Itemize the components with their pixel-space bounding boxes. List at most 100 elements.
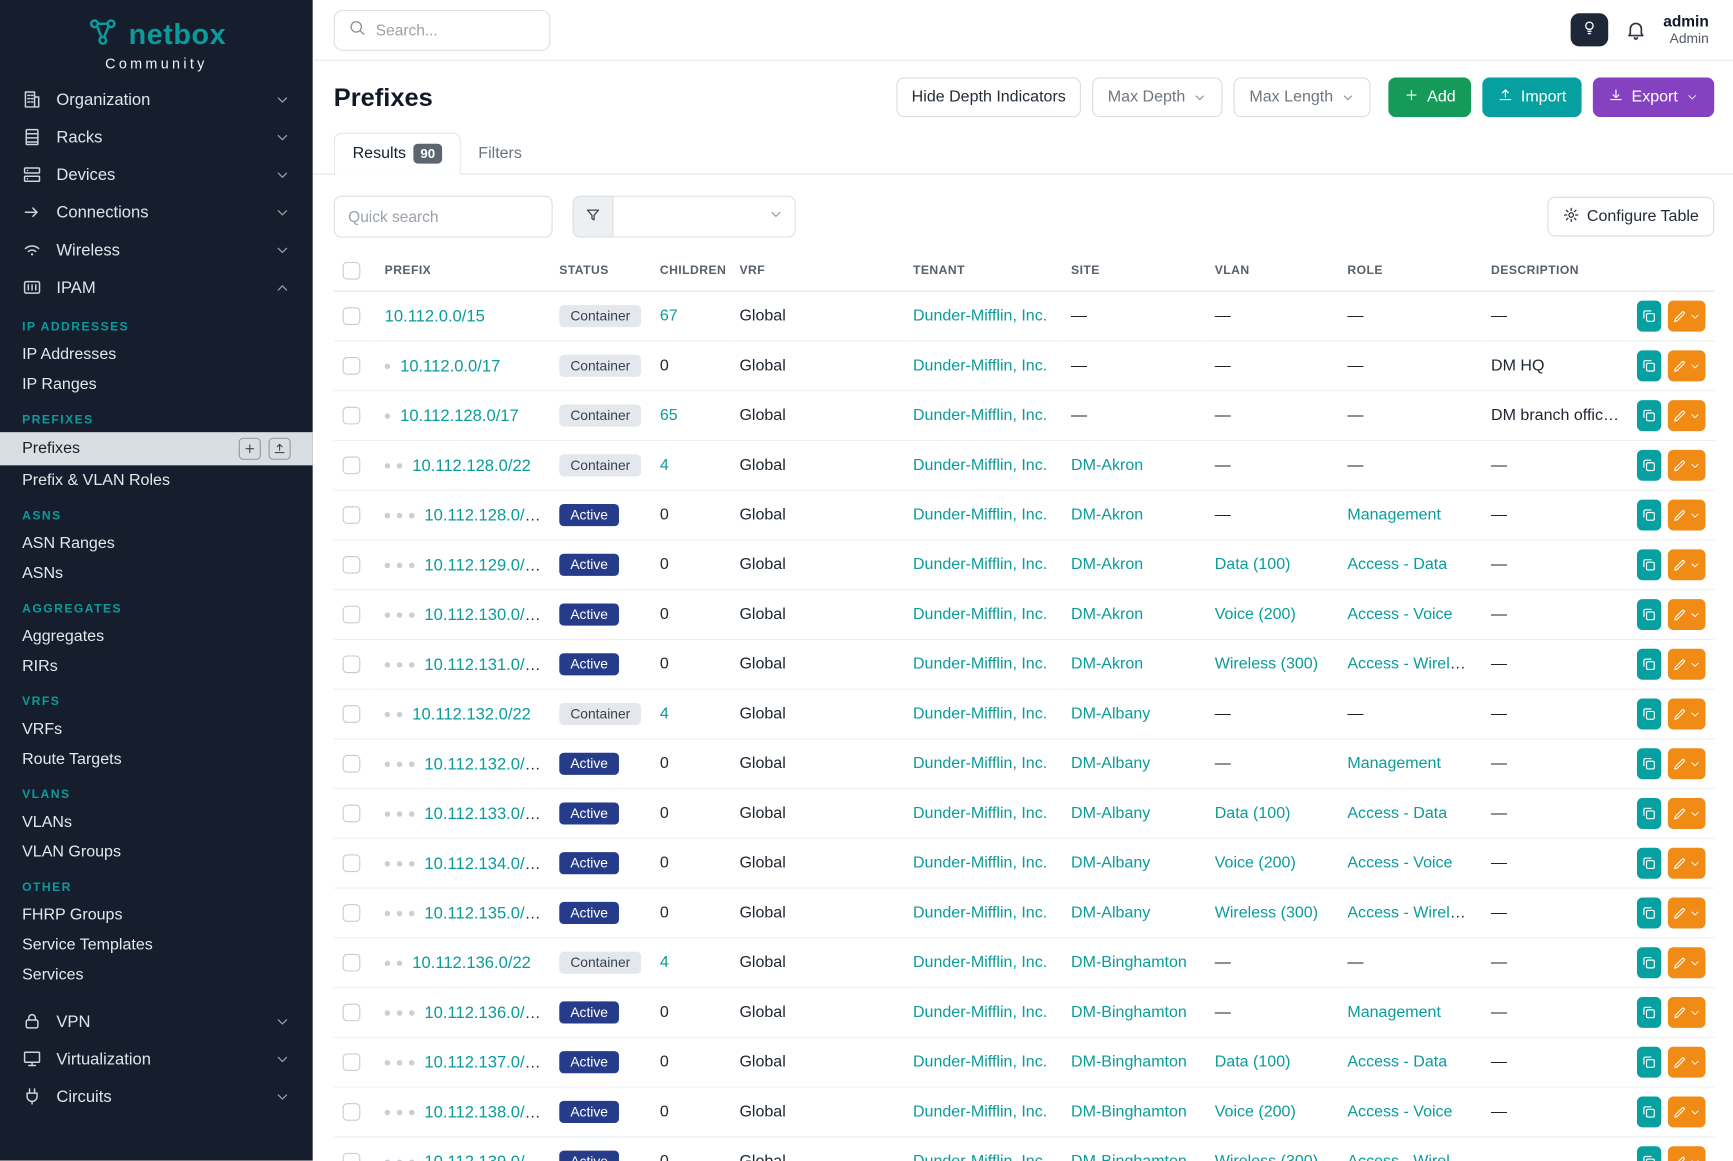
notifications-bell-icon[interactable]	[1625, 19, 1647, 41]
max-length-dropdown[interactable]: Max Length	[1234, 77, 1371, 117]
tenant-link[interactable]: Dunder-Mifflin, Inc.	[913, 1103, 1047, 1121]
row-checkbox[interactable]	[343, 1153, 361, 1161]
sidebar-item-wireless[interactable]: Wireless	[0, 231, 313, 269]
max-depth-dropdown[interactable]: Max Depth	[1092, 77, 1223, 117]
clone-button[interactable]	[1637, 947, 1661, 978]
edit-button[interactable]	[1668, 798, 1706, 829]
edit-button[interactable]	[1668, 898, 1706, 929]
prefix-link[interactable]: 10.112.128.0/22	[412, 456, 531, 475]
role-link[interactable]: Management	[1347, 755, 1441, 773]
site-link[interactable]: DM-Akron	[1071, 556, 1143, 574]
tenant-link[interactable]: Dunder-Mifflin, Inc.	[913, 407, 1047, 425]
edit-button[interactable]	[1668, 450, 1706, 481]
site-link[interactable]: DM-Akron	[1071, 655, 1143, 673]
sidebar-link-ip-addresses[interactable]: IP Addresses	[0, 339, 313, 369]
clone-button[interactable]	[1637, 699, 1661, 730]
col-role[interactable]: Role	[1339, 251, 1483, 291]
row-checkbox[interactable]	[343, 357, 361, 375]
import-mini-button[interactable]	[269, 438, 291, 460]
theme-toggle-button[interactable]	[1570, 13, 1608, 46]
export-button[interactable]: Export	[1593, 77, 1714, 117]
role-link[interactable]: Access - Wireless	[1347, 1153, 1474, 1161]
prefix-link[interactable]: 10.112.0.0/15	[385, 307, 485, 326]
children-link[interactable]: 4	[660, 456, 669, 474]
row-checkbox[interactable]	[343, 407, 361, 425]
site-link[interactable]: DM-Binghamton	[1071, 1004, 1187, 1022]
sidebar-link-asns[interactable]: ASNs	[0, 558, 313, 588]
prefix-link[interactable]: 10.112.134.0/24	[424, 854, 543, 873]
sidebar-link-vlan-groups[interactable]: VLAN Groups	[0, 837, 313, 867]
edit-button[interactable]	[1668, 748, 1706, 779]
site-link[interactable]: DM-Albany	[1071, 705, 1150, 723]
role-link[interactable]: Management	[1347, 506, 1441, 524]
vlan-link[interactable]: Voice (200)	[1215, 1103, 1296, 1121]
tenant-link[interactable]: Dunder-Mifflin, Inc.	[913, 357, 1047, 375]
prefix-link[interactable]: 10.112.131.0/24	[424, 655, 543, 674]
sidebar-link-aggregates[interactable]: Aggregates	[0, 621, 313, 651]
row-checkbox[interactable]	[343, 1004, 361, 1022]
global-search[interactable]	[334, 9, 551, 50]
row-checkbox[interactable]	[343, 805, 361, 823]
edit-button[interactable]	[1668, 1047, 1706, 1078]
role-link[interactable]: Access - Wireless	[1347, 904, 1474, 922]
col-site[interactable]: Site	[1062, 251, 1206, 291]
clone-button[interactable]	[1637, 649, 1661, 680]
plus-mini-button[interactable]	[239, 438, 261, 460]
vlan-link[interactable]: Data (100)	[1215, 1053, 1291, 1071]
col-description[interactable]: Description	[1482, 251, 1628, 291]
clone-button[interactable]	[1637, 400, 1661, 431]
tenant-link[interactable]: Dunder-Mifflin, Inc.	[913, 705, 1047, 723]
select-all-checkbox[interactable]	[343, 262, 361, 280]
sidebar-link-prefixes[interactable]: Prefixes	[0, 432, 313, 465]
clone-button[interactable]	[1637, 748, 1661, 779]
prefix-link[interactable]: 10.112.130.0/24	[424, 605, 543, 624]
clone-button[interactable]	[1637, 1146, 1661, 1161]
tenant-link[interactable]: Dunder-Mifflin, Inc.	[913, 506, 1047, 524]
prefix-link[interactable]: 10.112.133.0/24	[424, 804, 543, 823]
sidebar-link-service-templates[interactable]: Service Templates	[0, 930, 313, 960]
row-checkbox[interactable]	[343, 506, 361, 524]
role-link[interactable]: Access - Data	[1347, 556, 1447, 574]
col-vrf[interactable]: VRF	[731, 251, 905, 291]
import-button[interactable]: Import	[1482, 77, 1582, 117]
role-link[interactable]: Access - Data	[1347, 1053, 1447, 1071]
sidebar-link-asn-ranges[interactable]: ASN Ranges	[0, 528, 313, 558]
edit-button[interactable]	[1668, 1146, 1706, 1161]
vlan-link[interactable]: Voice (200)	[1215, 606, 1296, 624]
prefix-link[interactable]: 10.112.136.0/22	[412, 953, 531, 972]
filter-funnel-button[interactable]	[573, 196, 614, 238]
tenant-link[interactable]: Dunder-Mifflin, Inc.	[913, 954, 1047, 972]
vlan-link[interactable]: Voice (200)	[1215, 854, 1296, 872]
sidebar-item-ipam[interactable]: IPAM	[0, 269, 313, 307]
tenant-link[interactable]: Dunder-Mifflin, Inc.	[913, 606, 1047, 624]
edit-button[interactable]	[1668, 848, 1706, 879]
sidebar-item-racks[interactable]: Racks	[0, 118, 313, 156]
children-link[interactable]: 67	[660, 307, 678, 325]
tenant-link[interactable]: Dunder-Mifflin, Inc.	[913, 904, 1047, 922]
edit-button[interactable]	[1668, 599, 1706, 630]
sidebar-link-ip-ranges[interactable]: IP Ranges	[0, 369, 313, 399]
sidebar-item-vpn[interactable]: VPN	[0, 1003, 313, 1041]
prefix-link[interactable]: 10.112.128.0/28	[424, 506, 543, 525]
tenant-link[interactable]: Dunder-Mifflin, Inc.	[913, 1004, 1047, 1022]
prefix-link[interactable]: 10.112.138.0/24	[424, 1103, 543, 1122]
tenant-link[interactable]: Dunder-Mifflin, Inc.	[913, 805, 1047, 823]
vlan-link[interactable]: Wireless (300)	[1215, 655, 1318, 673]
prefix-link[interactable]: 10.112.128.0/17	[400, 406, 519, 425]
clone-button[interactable]	[1637, 798, 1661, 829]
sidebar-link-services[interactable]: Services	[0, 959, 313, 989]
sidebar-link-vrfs[interactable]: VRFs	[0, 714, 313, 744]
configure-table-button[interactable]: Configure Table	[1547, 197, 1714, 237]
row-checkbox[interactable]	[343, 705, 361, 723]
children-link[interactable]: 4	[660, 954, 669, 972]
sidebar-link-prefix-vlan-roles[interactable]: Prefix & VLAN Roles	[0, 465, 313, 495]
clone-button[interactable]	[1637, 450, 1661, 481]
clone-button[interactable]	[1637, 350, 1661, 381]
edit-button[interactable]	[1668, 997, 1706, 1028]
site-link[interactable]: DM-Albany	[1071, 904, 1150, 922]
clone-button[interactable]	[1637, 549, 1661, 580]
logo[interactable]: netbox Community	[0, 0, 313, 81]
prefix-link[interactable]: 10.112.132.0/28	[424, 754, 543, 773]
row-checkbox[interactable]	[343, 904, 361, 922]
clone-button[interactable]	[1637, 301, 1661, 332]
